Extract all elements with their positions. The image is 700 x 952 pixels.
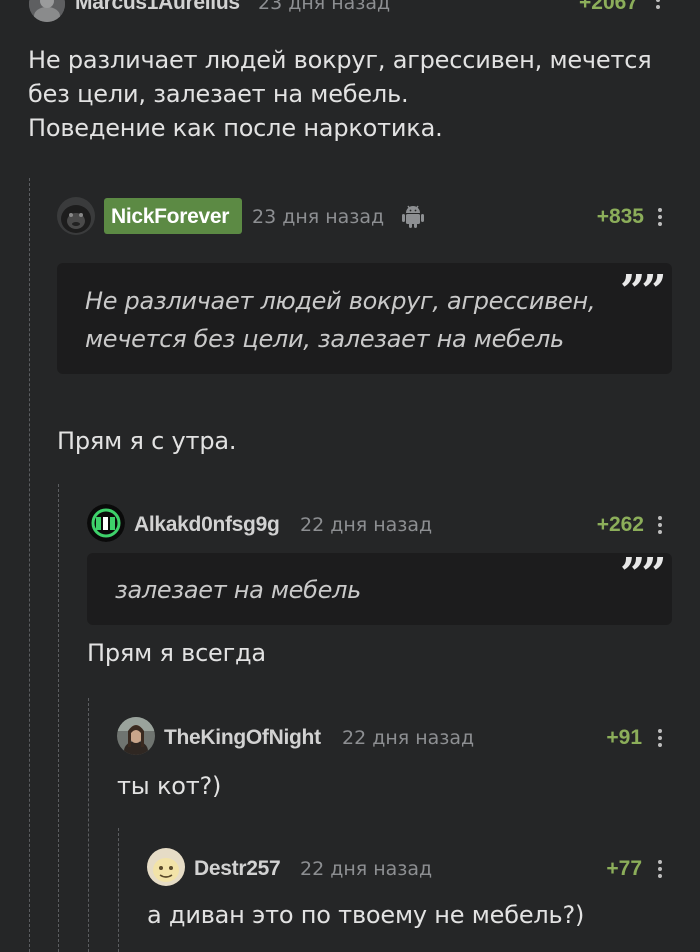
comment-time: 23 дня назад [252, 206, 385, 228]
thread-line-level-4 [118, 828, 119, 952]
thread-line-level-2 [58, 484, 59, 952]
comment-username[interactable]: Alkakd0nfsg9g [134, 513, 280, 537]
comment-body: а диван это по твоему не мебель?) [147, 901, 585, 929]
comment-line: Не различает людей вокруг, агрессивен, м… [28, 46, 652, 74]
quote-text: Не различает людей вокруг, агрессивен, м… [85, 282, 605, 358]
comment-body: Прям я всегда [87, 639, 266, 667]
comment-line: Поведение как после наркотика. [28, 114, 443, 142]
user-avatar-icon [117, 717, 155, 755]
quote-mark-icon: ”” [620, 549, 667, 600]
comment-time: 22 дня назад [300, 514, 433, 536]
comment-time: 23 дня назад [258, 0, 391, 14]
more-options-icon[interactable] [657, 516, 663, 537]
comment-rating[interactable]: +262 [597, 513, 644, 537]
more-options-icon[interactable] [657, 729, 663, 750]
avatar[interactable] [29, 0, 65, 22]
avatar[interactable] [117, 717, 155, 755]
comment-time: 22 дня назад [342, 727, 475, 749]
comment-time: 22 дня назад [300, 858, 433, 880]
comment-body: ты кот?) [117, 772, 222, 800]
comment-body: Не различает людей вокруг, агрессивен, м… [28, 43, 688, 145]
comment-username[interactable]: NickForever [111, 205, 229, 229]
quote-line: Не различает людей вокруг, агрессивен, [85, 287, 596, 315]
comment-rating[interactable]: +77 [606, 857, 642, 881]
comment-username[interactable]: Marcus1Aurelius [75, 0, 240, 15]
quote-mark-icon: ”” [620, 266, 667, 317]
comment-rating[interactable]: +91 [606, 726, 642, 750]
more-options-icon[interactable] [657, 208, 663, 229]
avatar[interactable] [147, 848, 185, 886]
quote-line: мечется без цели, залезает на мебель [85, 325, 564, 353]
quote-text: залезает на мебель [115, 576, 361, 604]
android-icon [400, 203, 426, 229]
comment-line: без цели, залезает на мебель. [28, 80, 409, 108]
comment-body: Прям я с утра. [57, 427, 237, 455]
comment-username[interactable]: Destr257 [194, 857, 281, 881]
more-options-icon[interactable] [657, 860, 663, 881]
avatar[interactable] [57, 197, 95, 235]
comment-username[interactable]: TheKingOfNight [164, 726, 321, 750]
thread-line-level-1 [29, 178, 30, 952]
more-options-icon[interactable] [655, 0, 661, 12]
comment-rating[interactable]: +835 [597, 205, 644, 229]
avatar[interactable] [87, 504, 125, 542]
user-avatar-icon [29, 0, 65, 22]
logo-avatar-icon [87, 504, 125, 542]
comment-rating[interactable]: +2067 [579, 0, 638, 15]
user-avatar-icon [147, 848, 185, 886]
gorilla-avatar-icon [57, 197, 95, 235]
thread-line-level-3 [88, 698, 89, 952]
